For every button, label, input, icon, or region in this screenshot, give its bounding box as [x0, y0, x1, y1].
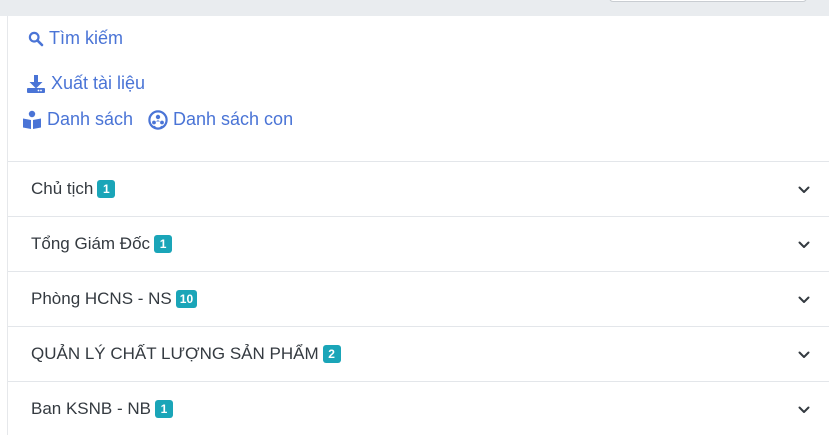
action-links: Tìm kiếm Xuất tài liệu Danh sách Danh sá… [8, 16, 829, 161]
member-count-badge: 10 [175, 289, 198, 308]
member-count-badge: 1 [97, 179, 116, 198]
department-list: Chủ tịch 1 Tổng Giám Đốc 1 Phòng HCNS - NS… [8, 161, 829, 436]
department-name: QUẢN LÝ CHẤT LƯỢNG SẢN PHẨM 2 [31, 344, 341, 364]
member-count-badge: 2 [322, 344, 341, 363]
department-row-quan-ly-chat-luong[interactable]: QUẢN LÝ CHẤT LƯỢNG SẢN PHẨM 2 [8, 326, 829, 381]
member-count-badge: 1 [155, 399, 173, 418]
sitemap-globe-icon [148, 109, 168, 130]
export-document-link[interactable]: Xuất tài liệu [26, 73, 145, 94]
sublist-link-label: Danh sách con [173, 109, 294, 129]
department-row-ban-ksnb[interactable]: Ban KSNB - NB 1 [8, 381, 829, 436]
department-name: Phòng HCNS - NS 10 [31, 289, 198, 309]
chevron-down-icon[interactable] [798, 403, 810, 421]
department-row-tong-giam-doc[interactable]: Tổng Giám Đốc 1 [8, 216, 829, 271]
top-toolbar [0, 0, 829, 16]
department-name: Chủ tịch 1 [31, 179, 116, 199]
book-reader-icon [22, 110, 42, 130]
sublist-link[interactable]: Danh sách con [148, 109, 293, 130]
department-name-text: Phòng HCNS - NS [31, 289, 172, 308]
export-link-label: Xuất tài liệu [51, 73, 146, 93]
department-name-text: QUẢN LÝ CHẤT LƯỢNG SẢN PHẨM [31, 344, 319, 363]
department-name-text: Chủ tịch [31, 179, 94, 198]
top-search-field[interactable] [609, 0, 807, 2]
search-icon [28, 31, 44, 47]
search-link[interactable]: Tìm kiếm [28, 28, 123, 49]
chevron-down-icon[interactable] [798, 183, 810, 201]
chevron-down-icon[interactable] [798, 293, 810, 311]
chevron-down-icon[interactable] [798, 348, 810, 366]
department-name-text: Tổng Giám Đốc [31, 234, 151, 253]
member-count-badge: 1 [154, 234, 173, 253]
department-name: Ban KSNB - NB 1 [31, 399, 173, 419]
list-link-label: Danh sách [47, 109, 134, 129]
department-row-phong-hcns[interactable]: Phòng HCNS - NS 10 [8, 271, 829, 326]
department-panel: Tìm kiếm Xuất tài liệu Danh sách Danh sá… [7, 16, 829, 435]
download-icon [26, 74, 46, 94]
department-name-text: Ban KSNB - NB [31, 399, 151, 418]
department-row-chu-tich[interactable]: Chủ tịch 1 [8, 161, 829, 216]
search-link-label: Tìm kiếm [49, 28, 123, 48]
list-link[interactable]: Danh sách [22, 109, 133, 130]
chevron-down-icon[interactable] [798, 238, 810, 256]
department-name: Tổng Giám Đốc 1 [31, 234, 173, 254]
